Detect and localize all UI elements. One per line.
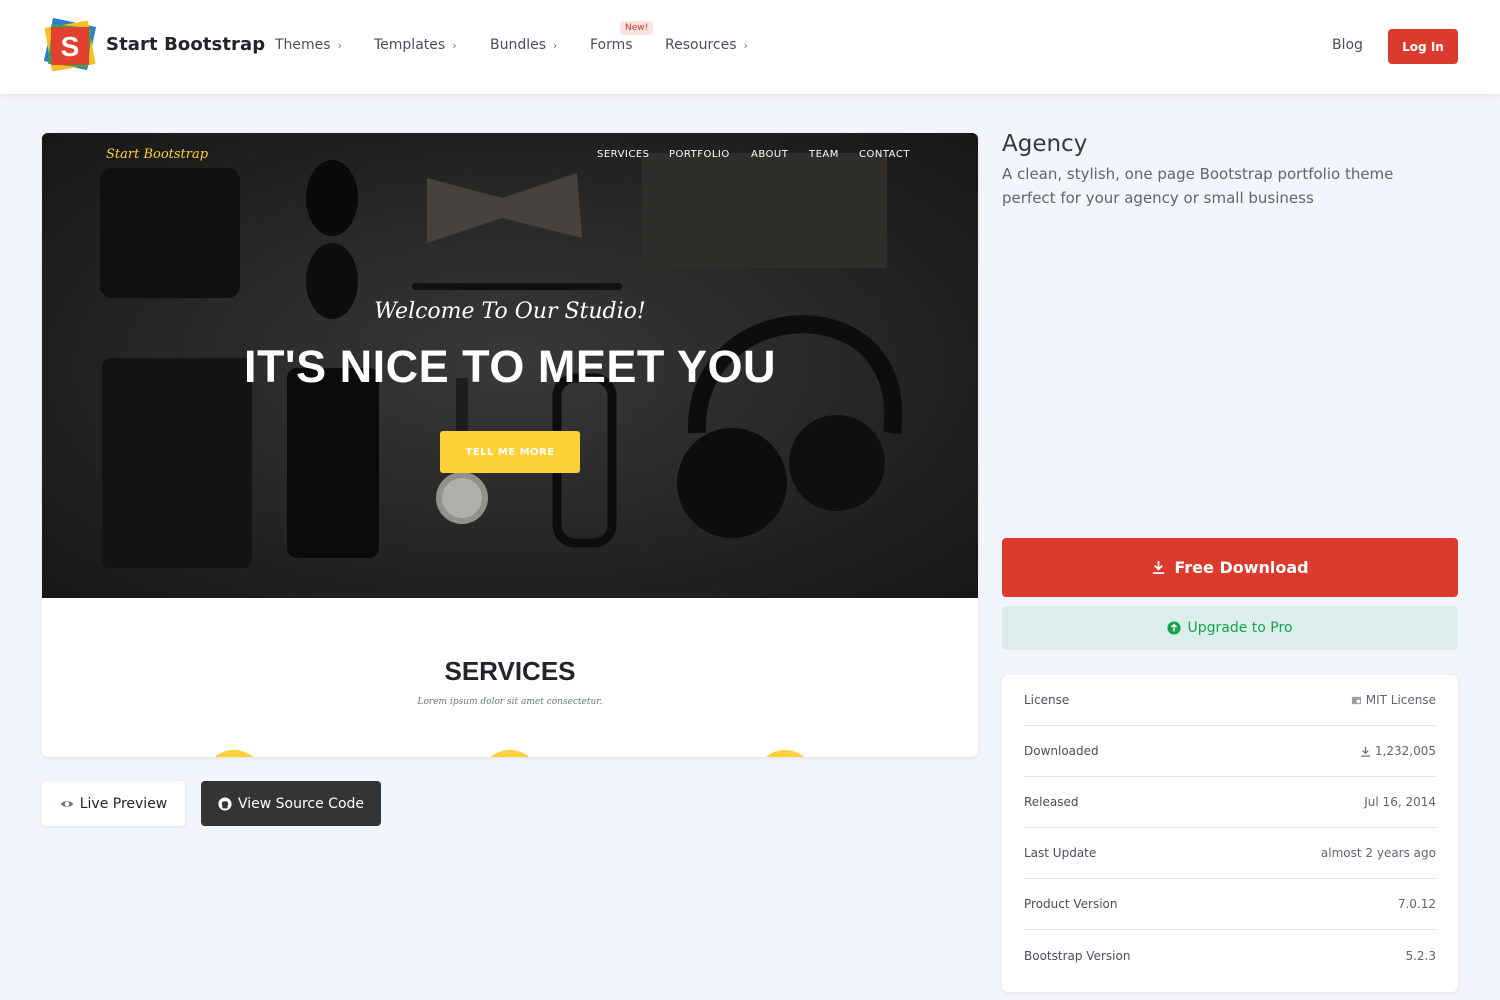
- nav-templates[interactable]: Templates ›: [374, 37, 457, 53]
- free-download-label: Free Download: [1174, 558, 1309, 577]
- info-key: Bootstrap Version: [1024, 948, 1131, 963]
- upgrade-pro-button[interactable]: Upgrade to Pro: [1002, 606, 1458, 650]
- license-icon: [1351, 696, 1361, 704]
- new-badge: New!: [620, 21, 654, 35]
- start-bootstrap-logo-icon[interactable]: S: [42, 18, 98, 74]
- preview-nav-item: CONTACT: [859, 149, 910, 160]
- info-key: License: [1024, 693, 1070, 707]
- nav-themes[interactable]: Themes ›: [275, 37, 342, 53]
- nav-label: Resources: [665, 37, 737, 53]
- info-value[interactable]: MIT License: [1351, 693, 1436, 707]
- downloads-value: 1,232,005: [1374, 744, 1436, 758]
- info-row-last-update: Last Update almost 2 years ago: [1024, 828, 1436, 879]
- github-icon: [218, 796, 232, 811]
- live-preview-button[interactable]: Live Preview: [42, 781, 185, 826]
- chevron-right-icon: ›: [743, 38, 748, 52]
- preview-nav-item: ABOUT: [751, 149, 789, 160]
- preview-services-title: SERVICES: [444, 656, 576, 686]
- info-row-product-version: Product Version 7.0.12: [1024, 879, 1436, 930]
- product-description: A clean, stylish, one page Bootstrap por…: [1002, 165, 1394, 207]
- info-key: Released: [1024, 795, 1079, 809]
- preview-nav-item: TEAM: [809, 149, 839, 160]
- preview-hero: Start Bootstrap SERVICES PORTFOLIO ABOUT…: [42, 133, 978, 598]
- product-info-table: License MIT License Downloaded 1,232,005…: [1002, 675, 1458, 992]
- view-source-button[interactable]: View Source Code: [201, 781, 381, 826]
- info-value: 1,232,005: [1360, 744, 1436, 758]
- info-key: Downloaded: [1024, 744, 1099, 758]
- free-download-button[interactable]: Free Download: [1002, 538, 1458, 597]
- nav-label: Themes: [275, 37, 331, 53]
- live-preview-label: Live Preview: [79, 795, 168, 812]
- preview-nav-item: SERVICES: [597, 149, 650, 160]
- download-icon: [1153, 560, 1165, 574]
- chevron-right-icon: ›: [337, 38, 342, 52]
- info-row-bootstrap-version: Bootstrap Version 5.2.3: [1024, 930, 1436, 981]
- info-value: 7.0.12: [1397, 897, 1436, 911]
- nav-label: Templates: [374, 37, 446, 53]
- brand-name[interactable]: Start Bootstrap: [106, 34, 265, 55]
- login-button[interactable]: Log In: [1388, 29, 1458, 64]
- service-icon-circle: [755, 750, 815, 757]
- chevron-right-icon: ›: [452, 38, 457, 52]
- download-icon: [1360, 746, 1371, 757]
- product-title: Agency: [1002, 131, 1088, 157]
- eye-icon: [60, 800, 73, 807]
- info-value: Jul 16, 2014: [1364, 795, 1436, 809]
- info-row-released: Released Jul 16, 2014: [1024, 777, 1436, 828]
- top-navbar: S Start Bootstrap Themes › Templates › Bun…: [0, 0, 1500, 94]
- chevron-right-icon: ›: [553, 38, 558, 52]
- preview-subheading: Welcome To Our Studio!: [374, 299, 646, 324]
- preview-cta-button: TELL ME MORE: [440, 431, 580, 473]
- preview-services-subtitle: Lorem ipsum dolor sit amet consectetur.: [417, 697, 603, 707]
- preview-heading: IT'S NICE TO MEET YOU: [243, 341, 777, 392]
- info-row-downloaded: Downloaded 1,232,005: [1024, 726, 1436, 777]
- svg-text:S: S: [61, 31, 80, 62]
- license-value: MIT License: [1365, 693, 1436, 707]
- info-key: Product Version: [1024, 897, 1118, 911]
- info-value: almost 2 years ago: [1320, 846, 1436, 860]
- nav-label: Bundles: [490, 37, 547, 53]
- upgrade-pro-label: Upgrade to Pro: [1187, 620, 1293, 636]
- nav-bundles[interactable]: Bundles ›: [490, 37, 557, 53]
- nav-resources[interactable]: Resources ›: [665, 37, 748, 53]
- preview-brand: Start Bootstrap: [106, 147, 209, 162]
- nav-label: Forms: [590, 37, 633, 53]
- info-value: 5.2.3: [1405, 948, 1436, 963]
- info-row-license: License MIT License: [1024, 675, 1436, 726]
- preview-nav-item: PORTFOLIO: [669, 149, 730, 160]
- nav-blog[interactable]: Blog: [1332, 37, 1363, 53]
- nav-forms[interactable]: Forms: [590, 37, 633, 53]
- view-source-label: View Source Code: [237, 795, 365, 812]
- arrow-up-circle-icon: [1167, 621, 1182, 635]
- service-icon-circle: [480, 750, 540, 757]
- info-key: Last Update: [1024, 846, 1097, 860]
- service-icon-circle: [204, 750, 264, 757]
- theme-preview-card[interactable]: Start Bootstrap SERVICES PORTFOLIO ABOUT…: [42, 133, 978, 757]
